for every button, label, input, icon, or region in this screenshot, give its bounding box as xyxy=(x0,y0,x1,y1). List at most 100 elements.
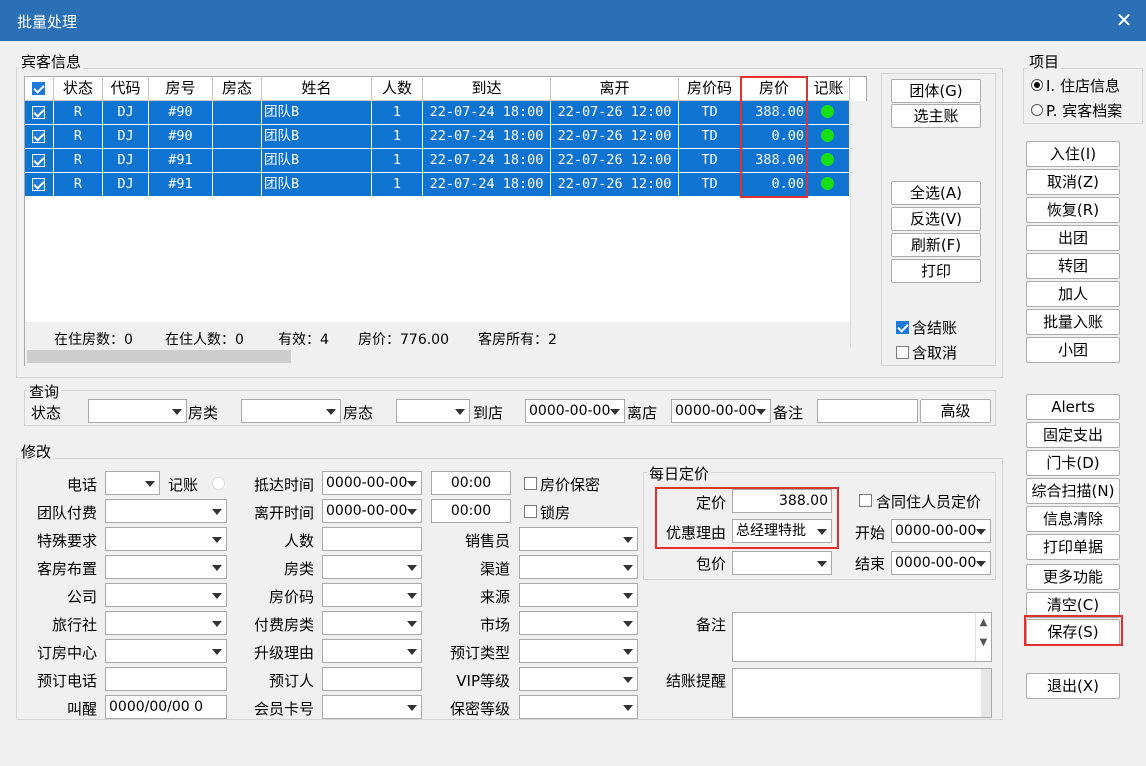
header-arrive[interactable]: 到达 xyxy=(423,77,551,101)
batch-post-button[interactable]: 批量入账 xyxy=(1026,309,1120,335)
header-depart[interactable]: 离开 xyxy=(551,77,679,101)
header-status[interactable]: 状态 xyxy=(54,77,103,101)
print-doc-button[interactable]: 打印单据 xyxy=(1026,534,1120,560)
depart-time-clock[interactable]: 00:00 xyxy=(431,499,511,523)
cell-room-state[interactable] xyxy=(213,125,262,149)
query-roomstate-select[interactable] xyxy=(396,399,470,423)
scan-button[interactable]: 综合扫描(N) xyxy=(1026,478,1120,504)
header-rate-code[interactable]: 房价码 xyxy=(679,77,741,101)
clear-info-button[interactable]: 信息清除 xyxy=(1026,506,1120,532)
cell-arrive[interactable]: 22-07-24 18:00 xyxy=(423,125,551,149)
advanced-button[interactable]: 高级 xyxy=(920,399,991,423)
pay-room-type-select[interactable] xyxy=(322,611,422,635)
exit-button[interactable]: 退出(X) xyxy=(1026,673,1120,699)
checkout-reminder-textarea[interactable] xyxy=(732,668,992,718)
channel-select[interactable] xyxy=(519,555,638,579)
query-arrive-date[interactable]: 0000-00-00 xyxy=(525,399,625,423)
special-request-select[interactable] xyxy=(105,527,227,551)
vip-level-select[interactable] xyxy=(519,667,638,691)
cell-people[interactable]: 1 xyxy=(372,173,423,197)
include-settled-checkbox[interactable] xyxy=(896,321,909,334)
leave-group-button[interactable]: 出团 xyxy=(1026,225,1120,251)
cell-depart[interactable]: 22-07-26 12:00 xyxy=(551,173,679,197)
group-pay-select[interactable] xyxy=(105,499,227,523)
select-all-button[interactable]: 全选(A) xyxy=(891,181,981,205)
arrive-time-clock[interactable]: 00:00 xyxy=(431,471,511,495)
cell-depart[interactable]: 22-07-26 12:00 xyxy=(551,101,679,125)
main-account-button[interactable]: 选主账 xyxy=(891,104,981,128)
booking-type-select[interactable] xyxy=(519,639,638,663)
cell-status[interactable]: R xyxy=(54,149,103,173)
header-code[interactable]: 代码 xyxy=(103,77,149,101)
source-select[interactable] xyxy=(519,583,638,607)
cancel-button[interactable]: 取消(Z) xyxy=(1026,169,1120,195)
cell-depart[interactable]: 22-07-26 12:00 xyxy=(551,125,679,149)
room-setup-select[interactable] xyxy=(105,555,227,579)
cell-code[interactable]: DJ xyxy=(103,173,149,197)
vertical-scrollbar[interactable] xyxy=(850,101,867,349)
restore-button[interactable]: 恢复(R) xyxy=(1026,197,1120,223)
cell-code[interactable]: DJ xyxy=(103,149,149,173)
fixed-expense-button[interactable]: 固定支出 xyxy=(1026,422,1120,448)
cell-code[interactable]: DJ xyxy=(103,125,149,149)
cell-room-number[interactable]: #91 xyxy=(149,149,213,173)
alerts-button[interactable]: Alerts xyxy=(1026,394,1120,420)
query-depart-date[interactable]: 0000-00-00 xyxy=(671,399,771,423)
package-price-select[interactable] xyxy=(732,551,832,575)
member-card-select[interactable] xyxy=(322,695,422,719)
booking-phone-input[interactable] xyxy=(105,667,227,691)
header-room-number[interactable]: 房号 xyxy=(149,77,213,101)
header-name[interactable]: 姓名 xyxy=(262,77,372,101)
cell-status[interactable]: R xyxy=(54,173,103,197)
lock-room-checkbox[interactable] xyxy=(524,505,537,518)
cell-status[interactable]: R xyxy=(54,101,103,125)
invert-select-button[interactable]: 反选(V) xyxy=(891,207,981,231)
print-button[interactable]: 打印 xyxy=(891,259,981,283)
room-type-select[interactable] xyxy=(322,555,422,579)
cell-room-number[interactable]: #91 xyxy=(149,173,213,197)
horizontal-scrollbar[interactable] xyxy=(25,348,867,366)
people-input[interactable] xyxy=(322,527,422,551)
upgrade-reason-select[interactable] xyxy=(322,639,422,663)
booking-center-select[interactable] xyxy=(105,639,227,663)
remark-textarea[interactable]: ▲ ▼ xyxy=(732,612,992,662)
cell-room-number[interactable]: #90 xyxy=(149,125,213,149)
query-roomtype-select[interactable] xyxy=(241,399,341,423)
subgroup-button[interactable]: 小团 xyxy=(1026,337,1120,363)
include-cohab-checkbox[interactable] xyxy=(859,494,872,507)
query-remark-input[interactable] xyxy=(817,399,918,423)
add-person-button[interactable]: 加人 xyxy=(1026,281,1120,307)
sales-select[interactable] xyxy=(519,527,638,551)
cell-people[interactable]: 1 xyxy=(372,101,423,125)
wake-up-input[interactable]: 0000/00/00 0 xyxy=(105,695,227,719)
cell-room-state[interactable] xyxy=(213,173,262,197)
cell-room-state[interactable] xyxy=(213,101,262,125)
header-room-state[interactable]: 房态 xyxy=(213,77,262,101)
row-checkbox[interactable] xyxy=(32,154,45,167)
cell-name[interactable]: 团队B xyxy=(262,173,372,197)
group-button[interactable]: 团体(G) xyxy=(891,79,981,103)
secret-level-select[interactable] xyxy=(519,695,638,719)
header-account[interactable]: 记账 xyxy=(808,77,850,101)
cell-room-state[interactable] xyxy=(213,149,262,173)
cell-arrive[interactable]: 22-07-24 18:00 xyxy=(423,101,551,125)
query-status-select[interactable] xyxy=(88,399,187,423)
cell-status[interactable]: R xyxy=(54,125,103,149)
select-all-checkbox[interactable] xyxy=(32,82,45,95)
project-radio-stay[interactable] xyxy=(1031,79,1043,91)
row-checkbox[interactable] xyxy=(32,106,45,119)
cell-people[interactable]: 1 xyxy=(372,125,423,149)
project-radio-profile[interactable] xyxy=(1031,104,1043,116)
cell-name[interactable]: 团队B xyxy=(262,149,372,173)
rate-code-select[interactable] xyxy=(322,583,422,607)
row-checkbox[interactable] xyxy=(32,178,45,191)
cell-code[interactable]: DJ xyxy=(103,101,149,125)
end-date[interactable]: 0000-00-00 xyxy=(891,551,991,575)
booker-input[interactable] xyxy=(322,667,422,691)
cell-name[interactable]: 团队B xyxy=(262,125,372,149)
market-select[interactable] xyxy=(519,611,638,635)
close-icon[interactable]: ✕ xyxy=(1113,6,1135,34)
travel-agency-select[interactable] xyxy=(105,611,227,635)
cell-rate-code[interactable]: TD xyxy=(679,173,741,197)
row-checkbox[interactable] xyxy=(32,130,45,143)
